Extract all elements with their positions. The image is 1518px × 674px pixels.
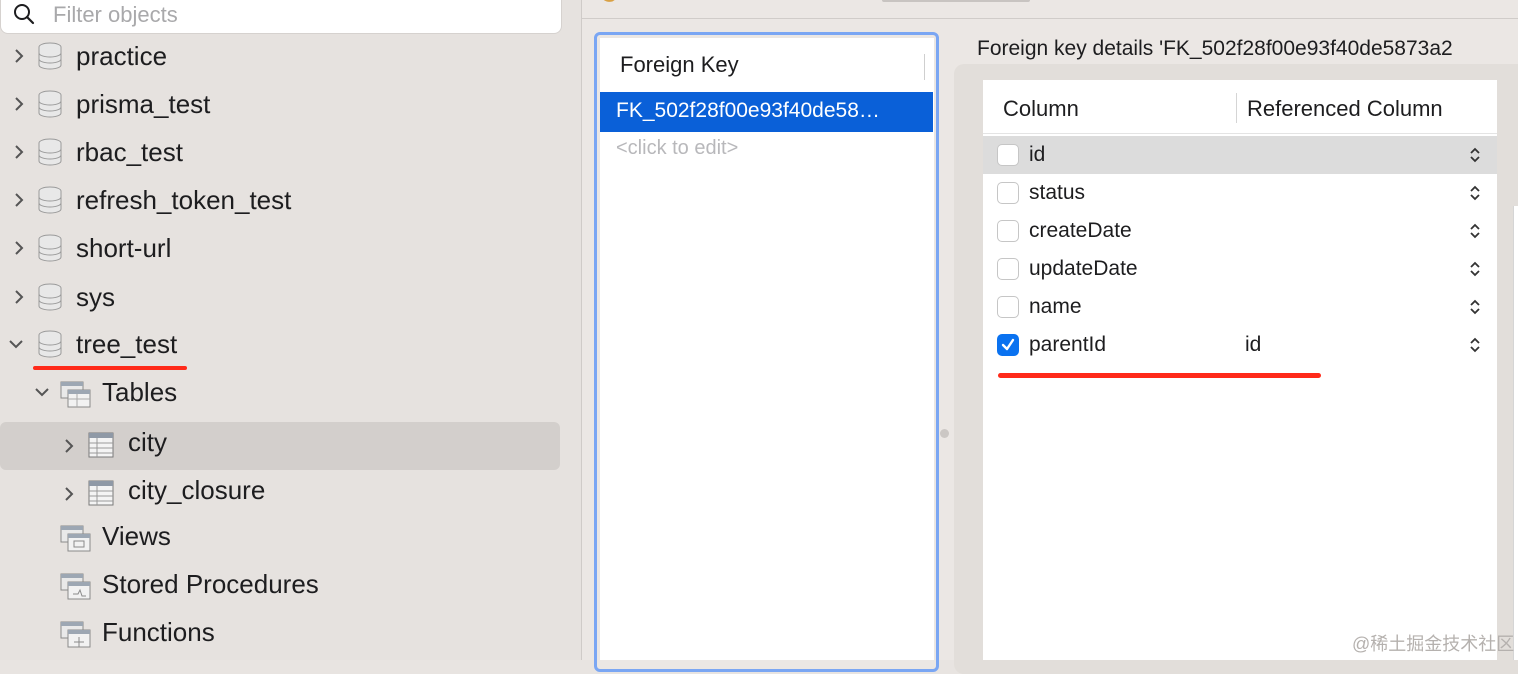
table-icon — [88, 479, 114, 512]
tree-item-label: refresh_token_test — [76, 185, 292, 215]
watermark: @稀土掘金技术社区 — [1352, 634, 1515, 654]
folder-icon — [60, 380, 92, 415]
checkmark-icon — [1001, 338, 1015, 351]
tree-item-short-url[interactable]: short-url — [0, 224, 581, 272]
stepper-icon[interactable] — [1469, 146, 1481, 164]
scrollbar-track[interactable] — [1513, 206, 1518, 660]
tree-item-label: rbac_test — [76, 137, 183, 167]
tree-item-label: city_closure — [128, 475, 266, 505]
column-name: parentId — [1029, 333, 1107, 356]
tree-item-label: Stored Procedures — [102, 569, 319, 599]
tree-item-sys[interactable]: sys — [0, 273, 581, 321]
column-name: name — [1029, 295, 1082, 318]
tree-item-city[interactable]: city — [0, 422, 581, 470]
tree-item-label: Functions — [102, 617, 215, 647]
database-icon — [36, 329, 64, 364]
tree-item-label: practice — [76, 41, 168, 71]
table-row[interactable]: id — [983, 136, 1497, 174]
column-separator[interactable] — [924, 54, 925, 80]
tree-item-label: short-url — [76, 233, 172, 263]
stepper-icon[interactable] — [1469, 298, 1481, 316]
tree-item-label: tree_test — [76, 329, 178, 359]
tree-item-rbac-test[interactable]: rbac_test — [0, 128, 581, 176]
folder-icon — [60, 524, 92, 559]
foreign-key-item-label: FK_502f28f00e93f40de58… — [616, 99, 880, 122]
tree-item-stored-procedures[interactable]: Stored Procedures — [0, 560, 581, 608]
folder-icon — [60, 572, 92, 607]
chevron-right-icon[interactable] — [8, 45, 30, 67]
chevron-right-icon[interactable] — [8, 93, 30, 115]
chevron-right-icon[interactable] — [58, 483, 80, 505]
tree-item-functions[interactable]: Functions — [0, 608, 581, 656]
column-name: status — [1029, 181, 1086, 204]
database-icon — [36, 137, 64, 172]
chevron-right-icon[interactable] — [8, 286, 30, 308]
table-row[interactable]: updateDate — [983, 250, 1497, 288]
tree-item-tables[interactable]: Tables — [0, 368, 581, 416]
database-icon — [36, 233, 64, 268]
stepper-icon[interactable] — [1469, 260, 1481, 278]
toolbar-tool-icon[interactable] — [598, 0, 638, 6]
chevron-down-icon[interactable] — [31, 381, 53, 403]
red-annotation-underline — [998, 373, 1321, 378]
chevron-right-icon[interactable] — [8, 237, 30, 259]
tree-item-label: city — [128, 427, 167, 457]
tree-item-tree-test[interactable]: tree_test — [0, 320, 581, 368]
tree-item-label: prisma_test — [76, 89, 211, 119]
tree-item-refresh-token-test[interactable]: refresh_token_test — [0, 176, 581, 224]
tree-item-views[interactable]: Views — [0, 512, 581, 560]
database-icon — [36, 89, 64, 124]
tree-item-label: Views — [102, 521, 171, 551]
table-row[interactable]: parentId id — [983, 326, 1497, 364]
split-handle[interactable] — [940, 429, 949, 438]
column-checkbox[interactable] — [997, 296, 1019, 318]
column-name: createDate — [1029, 219, 1132, 242]
foreign-key-item[interactable]: FK_502f28f00e93f40de58… — [600, 92, 933, 132]
foreign-key-details-title: Foreign key details 'FK_502f28f00e93f40d… — [977, 37, 1453, 60]
column-checkbox[interactable] — [997, 182, 1019, 204]
database-icon — [36, 282, 64, 317]
filter-objects-input[interactable] — [51, 0, 535, 31]
column-separator[interactable] — [1236, 93, 1237, 123]
referenced-column-value: id — [1245, 333, 1262, 356]
table-row[interactable]: name — [983, 288, 1497, 326]
foreign-key-header: Foreign Key — [620, 52, 739, 77]
chevron-right-icon[interactable] — [58, 435, 80, 457]
toolbar-divider — [582, 18, 1518, 19]
column-checkbox[interactable] — [997, 220, 1019, 242]
stepper-icon[interactable] — [1469, 184, 1481, 202]
tree-item-label: sys — [76, 282, 115, 312]
referenced-column-header[interactable]: Referenced Column — [1247, 96, 1443, 122]
table-row[interactable]: status — [983, 174, 1497, 212]
column-checkbox[interactable] — [997, 144, 1019, 166]
filter-objects-search[interactable] — [0, 0, 562, 34]
tree-item-label: Tables — [102, 377, 178, 407]
tree-item-prisma-test[interactable]: prisma_test — [0, 80, 581, 128]
stepper-icon[interactable] — [1469, 222, 1481, 240]
tree-item-practice[interactable]: practice — [0, 32, 581, 80]
chevron-down-icon[interactable] — [5, 333, 27, 355]
header-divider — [983, 133, 1497, 134]
search-icon — [13, 3, 35, 30]
tab-indicator[interactable] — [882, 0, 1030, 2]
column-name: id — [1029, 143, 1046, 166]
column-name: updateDate — [1029, 257, 1138, 280]
folder-icon — [60, 620, 92, 655]
database-icon — [36, 41, 64, 76]
column-checkbox-checked[interactable] — [997, 334, 1019, 356]
selection-highlight — [0, 422, 560, 470]
chevron-right-icon[interactable] — [8, 189, 30, 211]
table-row[interactable]: createDate — [983, 212, 1497, 250]
table-icon — [88, 431, 114, 464]
database-icon — [36, 185, 64, 220]
stepper-icon[interactable] — [1469, 336, 1481, 354]
column-header[interactable]: Column — [1003, 96, 1079, 122]
add-foreign-key-placeholder[interactable]: <click to edit> — [616, 137, 738, 160]
tree-item-city-closure[interactable]: city_closure — [0, 470, 581, 518]
schema-sidebar: practice prisma_test rbac_test refresh_t… — [0, 0, 581, 660]
column-checkbox[interactable] — [997, 258, 1019, 280]
chevron-right-icon[interactable] — [8, 141, 30, 163]
